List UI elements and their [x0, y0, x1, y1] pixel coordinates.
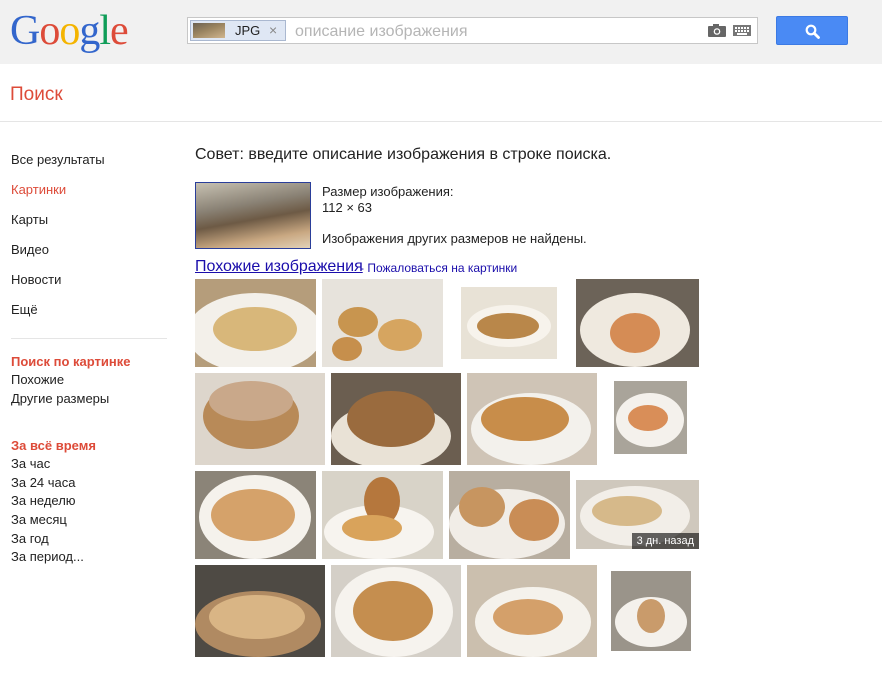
- result-thumbnail[interactable]: [449, 471, 570, 559]
- search-input[interactable]: [293, 18, 697, 45]
- thumbnail-age-badge: 3 дн. назад: [631, 533, 699, 549]
- similar-images-link[interactable]: Похожие изображения: [195, 258, 363, 276]
- time-hour[interactable]: За час: [11, 456, 50, 471]
- result-thumbnail[interactable]: [322, 279, 443, 367]
- sidebar-item-all[interactable]: Все результаты: [11, 152, 105, 167]
- sidebar-item-more[interactable]: Ещё: [11, 302, 38, 317]
- sidebar-item-images[interactable]: Картинки: [11, 182, 66, 197]
- no-other-sizes-text: Изображения других размеров не найдены.: [322, 231, 587, 246]
- header-divider: [0, 121, 882, 122]
- result-thumbnail[interactable]: 3 дн. назад: [576, 480, 699, 549]
- result-thumbnail[interactable]: [195, 565, 325, 657]
- chip-close-icon[interactable]: ×: [269, 22, 277, 38]
- sidebar-item-video[interactable]: Видео: [11, 242, 49, 257]
- sidebar-item-news[interactable]: Новости: [11, 272, 61, 287]
- result-thumbnail[interactable]: [331, 373, 461, 465]
- camera-icon[interactable]: [708, 24, 726, 37]
- search-button[interactable]: [776, 16, 848, 45]
- page-title: Поиск: [10, 84, 63, 105]
- top-bar: Google JPG ×: [0, 0, 882, 64]
- time-custom[interactable]: За период...: [11, 549, 84, 564]
- result-thumbnail[interactable]: [576, 279, 699, 367]
- result-thumbnail[interactable]: [195, 471, 316, 559]
- result-thumbnail[interactable]: [322, 471, 443, 559]
- sidebar-divider: [11, 338, 167, 339]
- chip-label: JPG: [235, 23, 261, 38]
- time-24h[interactable]: За 24 часа: [11, 475, 76, 490]
- filter-similar[interactable]: Похожие: [11, 372, 64, 387]
- chip-thumbnail: [193, 23, 225, 38]
- keyboard-icon[interactable]: [733, 25, 751, 36]
- filter-other-sizes[interactable]: Другие размеры: [11, 391, 109, 406]
- search-by-image-heading: Поиск по картинке: [11, 354, 131, 369]
- search-tip: Совет: введите описание изображения в ст…: [195, 146, 612, 163]
- report-images-link[interactable]: - Пожаловаться на картинки: [360, 261, 517, 275]
- query-image[interactable]: [195, 182, 311, 249]
- result-thumbnail[interactable]: [614, 381, 687, 454]
- image-query-chip[interactable]: JPG ×: [190, 20, 286, 41]
- image-size-value: 112 × 63: [322, 200, 373, 215]
- result-thumbnail[interactable]: [195, 279, 316, 367]
- result-thumbnail[interactable]: [331, 565, 461, 657]
- time-heading: За всё время: [11, 438, 96, 453]
- time-month[interactable]: За месяц: [11, 512, 67, 527]
- sidebar-item-maps[interactable]: Карты: [11, 212, 48, 227]
- time-year[interactable]: За год: [11, 531, 49, 546]
- google-logo[interactable]: Google: [10, 8, 129, 54]
- result-thumbnail[interactable]: [467, 373, 597, 465]
- result-thumbnail[interactable]: [611, 571, 691, 651]
- time-week[interactable]: За неделю: [11, 493, 76, 508]
- result-thumbnail[interactable]: [467, 565, 597, 657]
- search-box[interactable]: JPG ×: [187, 17, 758, 45]
- image-size-label: Размер изображения:: [322, 184, 454, 199]
- result-thumbnail[interactable]: [461, 287, 557, 359]
- result-thumbnail[interactable]: [195, 373, 325, 465]
- search-icon: [805, 24, 820, 39]
